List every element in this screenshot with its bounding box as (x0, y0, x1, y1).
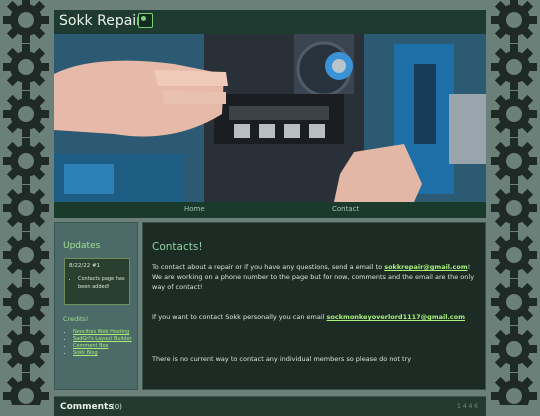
gear-icon (490, 278, 538, 326)
contact-paragraph-3: There is no current way to contact any i… (152, 355, 412, 363)
gear-icon (2, 43, 50, 91)
credits-heading: Credits! (63, 315, 89, 323)
credit-link-blog[interactable]: Sokk Blog (73, 350, 98, 356)
computer-repair-photo (54, 34, 486, 202)
repair-email-link[interactable]: sokkrepair@gmail.com (384, 263, 467, 271)
gear-icon (2, 90, 50, 138)
gear-icon (490, 231, 538, 279)
nav-bar: Home Contact (54, 202, 486, 218)
credit-item: Comment Box (73, 343, 132, 350)
update-box: 8/22/22 #1 Contacts page has been added! (64, 258, 130, 305)
gear-icon (2, 278, 50, 326)
hero-image (54, 34, 486, 202)
gear-border-right (488, 0, 540, 405)
gear-icon (490, 43, 538, 91)
gear-icon (490, 90, 538, 138)
comments-label: Comments (60, 402, 114, 412)
credit-link-layout-builder[interactable]: SadGrl's Layout Builder (73, 336, 132, 342)
nav-home-link[interactable]: Home (184, 205, 205, 213)
gear-icon (490, 184, 538, 232)
contact-paragraph-1: To contact about a repair or if you have… (152, 262, 476, 292)
credit-link-neocities[interactable]: Neocities Web Hosting (73, 329, 129, 335)
gear-icon (490, 137, 538, 185)
credit-item: Sokk Blog (73, 350, 132, 357)
update-item: Contacts page has been added! (78, 275, 125, 291)
gear-icon (2, 231, 50, 279)
page-title: Contacts! (152, 241, 203, 253)
gear-icon (490, 325, 538, 373)
gear-icon (490, 0, 538, 44)
gear-icon (490, 372, 538, 405)
credit-link-comment-box[interactable]: Comment Box (73, 343, 108, 349)
page-container: Sokk Repairs! Home Contact Updates 8/22/… (54, 10, 486, 416)
credit-item: Neocities Web Hosting (73, 329, 132, 336)
main-content: Contacts! To contact about a repair or i… (142, 222, 486, 390)
update-list: Contacts page has been added! (69, 275, 125, 291)
paragraph-text: If you want to contact Sokk personally y… (152, 313, 327, 321)
credit-item: SadGrl's Layout Builder (73, 336, 132, 343)
sidebar: Updates 8/22/22 #1 Contacts page has bee… (54, 222, 138, 390)
gear-icon (2, 372, 50, 405)
comments-count: (0) (112, 403, 122, 411)
site-header: Sokk Repairs! (54, 10, 486, 34)
paragraph-text: To contact about a repair or if you have… (152, 263, 385, 271)
comments-bar[interactable]: Comments (0) 1 4 4 6 (54, 396, 486, 416)
updates-heading: Updates (63, 241, 101, 251)
personal-email-link[interactable]: sockmonkeyoverlord1117@gmail.com (327, 313, 465, 321)
gear-icon (2, 325, 50, 373)
gear-border-left (0, 0, 52, 405)
gear-icon (2, 184, 50, 232)
update-date: 8/22/22 #1 (69, 263, 101, 269)
credits-list: Neocities Web Hosting SadGrl's Layout Bu… (63, 329, 132, 357)
contact-paragraph-2: If you want to contact Sokk personally y… (152, 312, 476, 322)
comments-widget-text: 1 4 4 6 (457, 403, 478, 410)
sokk-logo-icon (138, 13, 153, 28)
gear-icon (2, 137, 50, 185)
gear-icon (2, 0, 50, 44)
nav-contact-link[interactable]: Contact (332, 205, 359, 213)
